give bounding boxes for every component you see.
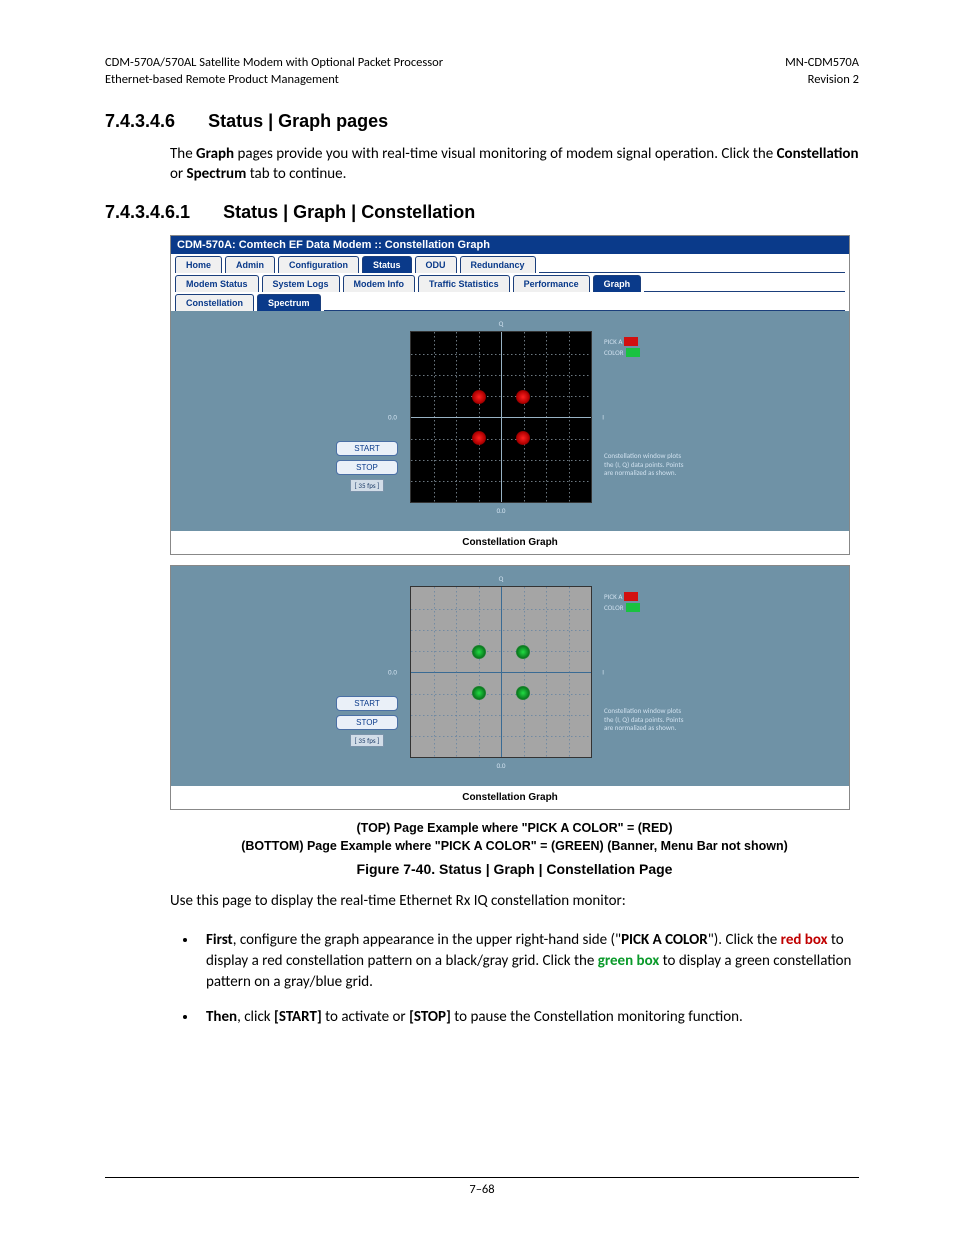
plot-caption: Constellation Graph [171,531,849,554]
section-number: 7.4.3.4.6.1 [105,202,190,223]
tabs-sub2: Constellation Spectrum [171,292,849,311]
tabs-main: Home Admin Configuration Status ODU Redu… [171,254,849,273]
axis-q-label: Q [499,319,504,328]
fps-readout: [ 35 fps ] [350,479,385,492]
caption-line-2: (BOTTOM) Page Example where "PICK A COLO… [170,838,859,856]
figure-title: Figure 7-40. Status | Graph | Constellat… [170,861,859,877]
right-panel: PICK A COLOR Constellation window plots … [604,586,684,732]
section-number: 7.4.3.4.6 [105,111,175,132]
data-point [472,645,486,659]
stop-button[interactable]: STOP [336,460,398,475]
tabs-sub1: Modem Status System Logs Modem Info Traf… [171,273,849,292]
color: COLOR [604,604,624,612]
page-number: 7–68 [469,1182,494,1197]
constellation-plot [410,331,592,503]
pick-red-swatch[interactable] [624,592,638,601]
constellation-hint: Constellation window plots the (I, Q) da… [604,452,684,477]
data-point [472,431,486,445]
list-item: First, configure the graph appearance in… [198,930,859,993]
tab-home[interactable]: Home [175,256,222,273]
pick-green-swatch[interactable] [626,348,640,357]
axis-zero-left: 0.0 [388,413,397,422]
start-button[interactable]: START [336,696,398,711]
tab-system-logs[interactable]: System Logs [262,275,340,292]
paragraph-2: Use this page to display the real-time E… [170,891,859,911]
pick-green-swatch[interactable] [626,603,640,612]
plot-wrapper: Q I 0.0 0.0 [410,586,592,758]
data-point [472,390,486,404]
tab-admin[interactable]: Admin [225,256,275,273]
tab-constellation[interactable]: Constellation [175,294,254,311]
page: CDM-570A/570AL Satellite Modem with Opti… [0,0,954,1235]
tab-redundancy[interactable]: Redundancy [460,256,536,273]
header-left-line2: Ethernet-based Remote Product Management [105,72,443,89]
app-banner: CDM-570A: Comtech EF Data Modem :: Const… [171,236,849,254]
section-title: Status | Graph | Constellation [223,202,475,222]
paragraph-1: The Graph pages provide you with real-ti… [170,144,859,185]
pick-a: PICK A [604,338,622,346]
data-point [516,645,530,659]
header-right-line1: MN-CDM570A [785,55,859,72]
tab-spectrum[interactable]: Spectrum [257,294,321,311]
figure-group: CDM-570A: Comtech EF Data Modem :: Const… [170,235,859,877]
left-controls: START STOP [ 35 fps ] [336,696,398,747]
list-item: Then, click [START] to activate or [STOP… [198,1007,859,1028]
left-controls: START STOP [ 35 fps ] [336,441,398,492]
fps-readout: [ 35 fps ] [350,734,385,747]
tab-odu[interactable]: ODU [415,256,457,273]
axis-zero-bottom: 0.0 [497,506,506,515]
graph-area: START STOP [ 35 fps ] Q I 0.0 0.0 [171,566,849,786]
tab-status[interactable]: Status [362,256,412,273]
tab-performance[interactable]: Performance [513,275,590,292]
data-point [472,686,486,700]
constellation-hint: Constellation window plots the (I, Q) da… [604,707,684,732]
pick-red-swatch[interactable] [624,337,638,346]
plot-wrapper: Q I 0.0 0.0 [410,331,592,503]
axis-zero-bottom: 0.0 [497,761,506,770]
tab-modem-status[interactable]: Modem Status [175,275,259,292]
page-footer: 7–68 [105,1177,859,1197]
screenshot-top: CDM-570A: Comtech EF Data Modem :: Const… [170,235,850,555]
header-left: CDM-570A/570AL Satellite Modem with Opti… [105,55,443,89]
graph-area: START STOP [ 35 fps ] Q I 0.0 0.0 [171,311,849,531]
tab-traffic-statistics[interactable]: Traffic Statistics [418,275,510,292]
axis-i-label: I [602,668,604,677]
start-button[interactable]: START [336,441,398,456]
tab-modem-info[interactable]: Modem Info [343,275,416,292]
axis-q-label: Q [499,574,504,583]
data-point [516,390,530,404]
right-panel: PICK A COLOR Constellation window plots … [604,331,684,477]
header-left-line1: CDM-570A/570AL Satellite Modem with Opti… [105,55,443,72]
header-right: MN-CDM570A Revision 2 [785,55,859,89]
constellation-plot [410,586,592,758]
tab-configuration[interactable]: Configuration [278,256,359,273]
section-heading-2: 7.4.3.4.6.1 Status | Graph | Constellati… [105,202,859,223]
screenshot-bottom: START STOP [ 35 fps ] Q I 0.0 0.0 [170,565,850,810]
section-title: Status | Graph pages [208,111,388,131]
plot-caption: Constellation Graph [171,786,849,809]
data-point [516,431,530,445]
section-heading-1: 7.4.3.4.6 Status | Graph pages [105,111,859,132]
instruction-list: First, configure the graph appearance in… [170,930,859,1028]
stop-button[interactable]: STOP [336,715,398,730]
figure-caption-block: (TOP) Page Example where "PICK A COLOR" … [170,820,859,855]
header-right-line2: Revision 2 [785,72,859,89]
tab-graph[interactable]: Graph [593,275,642,292]
pick-a: PICK A [604,593,622,601]
axis-zero-left: 0.0 [388,668,397,677]
color: COLOR [604,349,624,357]
caption-line-1: (TOP) Page Example where "PICK A COLOR" … [170,820,859,838]
page-header: CDM-570A/570AL Satellite Modem with Opti… [105,55,859,89]
data-point [516,686,530,700]
axis-i-label: I [602,413,604,422]
